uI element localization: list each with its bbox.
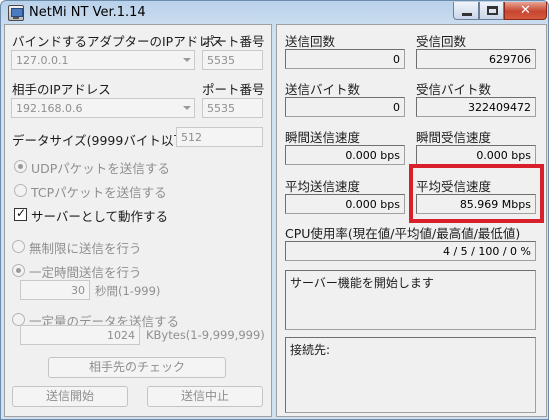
recv-bytes-value: 322409472 xyxy=(416,97,536,117)
recv-count-label: 受信回数 xyxy=(416,34,467,49)
send-count-value: 0 xyxy=(285,49,405,69)
peer-ip-value: 192.168.0.6 xyxy=(16,102,83,115)
server-label: サーバーとして動作する xyxy=(31,209,169,224)
cpu-usage-label: CPU使用率(現在値/平均値/最高値/最低値) xyxy=(285,226,521,241)
stop-send-button[interactable]: 送信中止 xyxy=(147,386,263,407)
tcp-label: TCPパケットを送信する xyxy=(31,185,167,200)
bind-adapter-value: 127.0.0.1 xyxy=(16,54,69,67)
unlimited-label: 無制限に送信を行う xyxy=(29,241,142,256)
maximize-icon xyxy=(487,6,498,15)
unlimited-radio[interactable] xyxy=(12,240,25,253)
chevron-down-icon xyxy=(183,58,191,62)
timed-radio[interactable] xyxy=(12,264,25,277)
minimize-icon xyxy=(462,13,472,16)
seconds-value: 30 xyxy=(71,284,85,297)
server-checkbox[interactable] xyxy=(14,206,27,221)
amount-value: 1024 xyxy=(107,329,135,342)
udp-label: UDPパケットを送信する xyxy=(31,161,170,176)
data-size-input[interactable]: 512 xyxy=(176,127,263,147)
bind-adapter-select[interactable]: 127.0.0.1 xyxy=(11,50,195,70)
start-send-button[interactable]: 送信開始 xyxy=(12,386,128,407)
port-label-1: ポート番号 xyxy=(202,34,265,49)
chevron-down-icon xyxy=(183,106,191,110)
timed-label: 一定時間送信を行う xyxy=(29,265,142,280)
close-button[interactable]: ✕ xyxy=(504,2,547,20)
app-icon xyxy=(8,5,24,21)
seconds-input[interactable]: 30 xyxy=(20,280,90,300)
cpu-usage-value: 4 / 5 / 100 / 0 % xyxy=(285,241,536,261)
inst-recv-label: 瞬間受信速度 xyxy=(416,130,492,145)
recv-count-value: 629706 xyxy=(416,49,536,69)
inst-send-value: 0.000 bps xyxy=(285,145,405,165)
bind-port-input[interactable]: 5535 xyxy=(202,50,263,70)
data-size-value: 512 xyxy=(181,131,202,144)
close-icon: ✕ xyxy=(520,3,531,18)
connection-textarea[interactable]: 接続先: xyxy=(285,337,536,413)
maximize-button[interactable] xyxy=(479,2,504,20)
data-size-label: データサイズ(9999バイト以下) xyxy=(12,133,191,148)
peer-port-value: 5535 xyxy=(207,102,235,115)
inst-recv-value: 0.000 bps xyxy=(416,145,536,165)
highlight-box xyxy=(409,164,544,223)
connection-label: 接続先: xyxy=(290,343,331,357)
recv-bytes-label: 受信バイト数 xyxy=(416,82,492,97)
check-peer-button[interactable]: 相手先のチェック xyxy=(48,357,226,378)
seconds-unit: 秒間(1-999) xyxy=(95,284,161,298)
bind-port-value: 5535 xyxy=(207,54,235,67)
window-title: NetMi NT Ver.1.14 xyxy=(29,5,146,20)
port-label-2: ポート番号 xyxy=(202,82,265,97)
send-bytes-label: 送信バイト数 xyxy=(285,82,361,97)
send-bytes-value: 0 xyxy=(285,97,405,117)
title-bar[interactable]: NetMi NT Ver.1.14 ✕ xyxy=(1,1,548,25)
log-text: サーバー機能を開始します xyxy=(290,276,434,290)
amount-unit: KBytes(1-9,999,999) xyxy=(146,328,265,342)
inst-send-label: 瞬間送信速度 xyxy=(285,130,361,145)
peer-ip-select[interactable]: 192.168.0.6 xyxy=(11,98,195,118)
minimize-button[interactable] xyxy=(453,2,479,20)
send-count-label: 送信回数 xyxy=(285,34,336,49)
settings-panel: バインドするアダプターのIPアドレス ポート番号 127.0.0.1 5535 … xyxy=(4,24,272,417)
bind-adapter-label: バインドするアダプターのIPアドレス xyxy=(12,34,224,49)
peer-port-input[interactable]: 5535 xyxy=(202,98,263,118)
avg-send-value: 0.000 bps xyxy=(285,194,405,214)
app-window: NetMi NT Ver.1.14 ✕ バインドするアダプターのIPアドレス ポ… xyxy=(0,0,549,420)
amount-input[interactable]: 1024 xyxy=(20,325,140,345)
peer-ip-label: 相手のIPアドレス xyxy=(12,82,111,97)
avg-send-label: 平均送信速度 xyxy=(285,179,361,194)
tcp-radio[interactable] xyxy=(14,184,27,197)
udp-radio[interactable] xyxy=(14,160,27,173)
log-textarea[interactable]: サーバー機能を開始します xyxy=(285,270,536,330)
